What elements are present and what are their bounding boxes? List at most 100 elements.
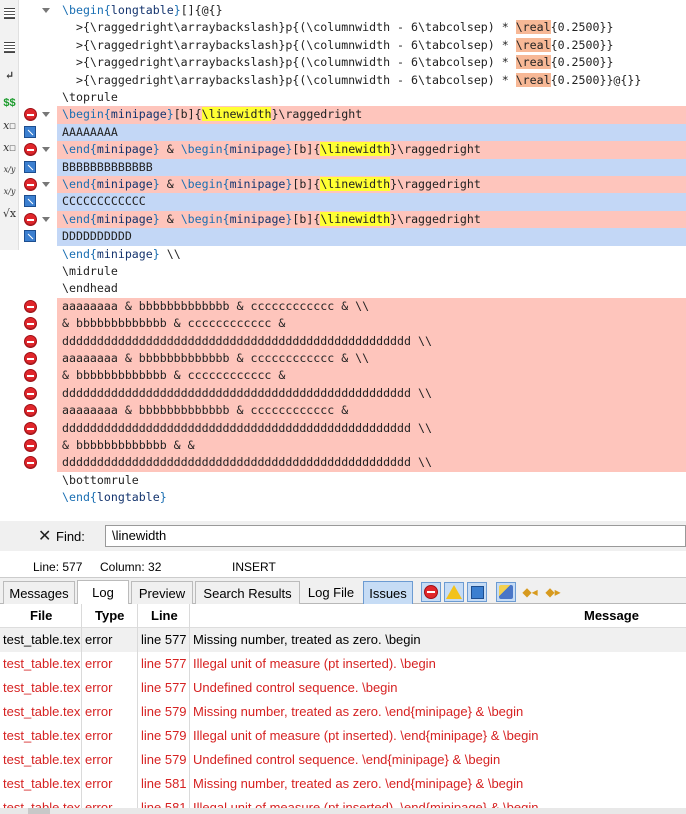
fold-toggle-icon[interactable] [42,182,50,187]
filter-info-button[interactable] [467,582,487,602]
table-row[interactable]: test_table.tex error line 577 Undefined con… [0,676,686,700]
issue-message: Missing number, treated as zero. \end{mi… [193,704,524,719]
cursor-line: Line: 577 [33,560,83,574]
code-line[interactable]: \begin{longtable}[]{@{} [57,2,686,19]
table-row[interactable]: test_table.tex error line 577 Illegal unit … [0,652,686,676]
error-marker-icon[interactable] [24,404,37,418]
code-line[interactable]: \endhead [57,280,686,297]
column-header-message[interactable]: Message [584,608,639,623]
table-row[interactable]: test_table.tex error line 577 Missing numbe… [0,628,686,652]
tab-issues[interactable]: Issues [363,581,413,604]
column-header-line[interactable]: Line [151,608,178,623]
issue-message: Undefined control sequence. \begin [193,680,398,695]
column-header-type[interactable]: Type [95,608,124,623]
error-marker-icon[interactable] [24,439,37,452]
newline-icon[interactable]: ↵ [2,68,17,83]
table-row[interactable]: test_table.tex error line 581 Missing numbe… [0,772,686,796]
error-marker-icon[interactable] [24,108,37,122]
code-line[interactable]: \end{minipage} & \begin{minipage}[b]{\li… [57,141,686,159]
superscript-icon[interactable]: x □ [2,140,17,155]
code-line[interactable]: \end{longtable} [57,489,686,506]
find-input[interactable]: \linewidth [105,525,686,547]
code-line[interactable]: DDDDDDDDDD [57,228,686,246]
error-marker-icon[interactable] [24,369,37,383]
code-line[interactable]: \end{minipage} & \begin{minipage}[b]{\li… [57,176,686,194]
code-line[interactable]: \bottomrule [57,472,686,489]
error-marker-icon[interactable] [24,212,37,226]
error-marker-icon[interactable] [24,299,37,313]
code-line[interactable]: & bbbbbbbbbbbbb & cccccccccccc & [57,315,686,333]
horizontal-scrollbar[interactable] [0,808,686,814]
error-marker-icon[interactable] [24,317,37,331]
info-marker-icon[interactable] [24,195,36,208]
code-line[interactable]: BBBBBBBBBBBBB [57,158,686,176]
code-line[interactable]: dddddddddddddddddddddddddddddddddddddddd… [57,332,686,350]
table-row[interactable]: test_table.tex error line 579 Undefined con… [0,748,686,772]
info-marker-icon[interactable] [24,125,36,138]
next-issue-button[interactable]: ◆▸ [543,582,563,602]
info-marker-icon[interactable] [24,230,36,243]
info-marker-icon[interactable] [24,160,36,173]
error-marker-icon[interactable] [24,178,37,191]
code-line[interactable]: dddddddddddddddddddddddddddddddddddddddd… [57,384,686,403]
code-line[interactable]: aaaaaaaa & bbbbbbbbbbbbb & cccccccccccc … [57,297,686,316]
tab-label: Issues [369,585,407,601]
error-marker-icon[interactable] [24,334,37,348]
scrollbar-thumb[interactable] [28,808,50,814]
close-icon[interactable]: ✕ [38,526,51,546]
align-left-icon[interactable] [2,6,17,21]
tab-search-results[interactable]: Search Results [195,581,300,604]
error-marker-icon[interactable] [24,352,37,365]
previous-issue-button[interactable]: ◆◂ [520,582,540,602]
code-line[interactable]: CCCCCCCCCCCC [57,193,686,211]
filter-tools-button[interactable] [496,582,516,602]
fold-toggle-icon[interactable] [42,8,50,13]
tab-log[interactable]: Log [77,580,129,604]
sqrt-icon[interactable]: √x [2,206,17,221]
code-line[interactable]: & bbbbbbbbbbbbb & cccccccccccc & [57,367,686,385]
issue-message: Missing number, treated as zero. \end{mi… [193,776,524,791]
column-header-file[interactable]: File [30,608,52,623]
arrow-right-icon: ◆▸ [545,585,561,599]
error-marker-icon[interactable] [24,386,37,400]
fraction-icon[interactable]: x/y [2,162,17,177]
fold-toggle-icon[interactable] [42,216,50,222]
filter-warnings-button[interactable] [444,582,464,602]
tab-preview[interactable]: Preview [131,581,193,604]
find-bar: ✕ Find: \linewidth [0,521,686,551]
issue-message: Illegal unit of measure (pt inserted). \… [193,656,436,671]
status-bar: Line: 577 Column: 32 INSERT [0,555,686,577]
code-line[interactable]: aaaaaaaa & bbbbbbbbbbbbb & cccccccccccc … [57,350,686,368]
error-marker-icon[interactable] [24,421,37,435]
fold-toggle-icon[interactable] [42,112,50,118]
code-line[interactable]: \end{minipage} & \begin{minipage}[b]{\li… [57,210,686,229]
filter-errors-button[interactable] [421,582,441,602]
issue-message: Illegal unit of measure (pt inserted). \… [193,728,539,743]
math-dollar-icon[interactable]: $$ [2,95,17,110]
code-line[interactable]: dddddddddddddddddddddddddddddddddddddddd… [57,419,686,437]
code-line[interactable]: \toprule [57,89,686,106]
tab-log-file[interactable]: Log File [302,581,360,604]
code-line[interactable]: \midrule [57,263,686,280]
code-editor[interactable]: \begin{longtable}[]{@{} >{\raggedright\a… [19,0,686,516]
issue-type: error [85,632,113,647]
align-justify-icon[interactable] [2,40,17,55]
error-marker-icon[interactable] [24,143,37,157]
fold-toggle-icon[interactable] [42,147,50,153]
code-line[interactable]: \begin{minipage}[b]{\linewidth}\raggedri… [57,106,686,124]
code-line[interactable]: dddddddddddddddddddddddddddddddddddddddd… [57,454,686,472]
code-line[interactable]: >{\raggedright\arraybackslash}p{(\column… [57,19,686,36]
table-row[interactable]: test_table.tex error line 579 Missing numbe… [0,700,686,724]
error-marker-icon[interactable] [24,456,37,470]
code-line[interactable]: aaaaaaaa & bbbbbbbbbbbbb & cccccccccccc … [57,402,686,420]
code-line[interactable]: \end{minipage} \\ [57,246,686,263]
tab-messages[interactable]: Messages [3,581,75,604]
code-line[interactable]: >{\raggedright\arraybackslash}p{(\column… [57,72,686,89]
code-line[interactable]: & bbbbbbbbbbbbb & & [57,437,686,455]
subscript-icon[interactable]: x □ [2,118,17,133]
table-row[interactable]: test_table.tex error line 579 Illegal unit … [0,724,686,748]
code-line[interactable]: AAAAAAAA [57,123,686,142]
code-line[interactable]: >{\raggedright\arraybackslash}p{(\column… [57,54,686,71]
code-line[interactable]: >{\raggedright\arraybackslash}p{(\column… [57,37,686,54]
dfrac-icon[interactable]: x/y [2,184,17,199]
